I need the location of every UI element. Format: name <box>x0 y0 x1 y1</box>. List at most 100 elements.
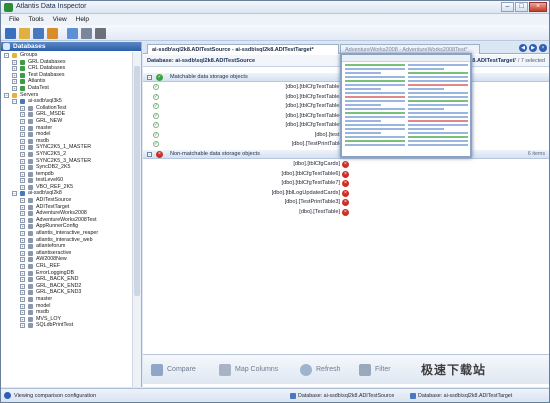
non-matchable-row[interactable]: [dbo].[tblCfgTestTable6] × <box>143 170 549 179</box>
expand-icon[interactable]: + <box>20 211 25 217</box>
expand-icon[interactable]: + <box>20 178 25 184</box>
tree-item[interactable]: + master <box>1 125 132 132</box>
expand-icon[interactable]: + <box>20 257 25 263</box>
expand-icon[interactable]: + <box>20 224 25 230</box>
non-matchable-row[interactable]: [dbo].[tblCfgTestTable7] × <box>143 179 549 188</box>
collapse-icon[interactable]: − <box>12 99 17 105</box>
expand-icon[interactable]: + <box>20 290 25 296</box>
expand-icon[interactable]: + <box>20 184 25 190</box>
tree-item[interactable]: + CollationTest <box>1 105 132 112</box>
collapse-icon[interactable]: − <box>4 53 9 58</box>
tab-aditest-comparison[interactable]: ai-ssdb\sql2k8.ADITestSource - ai-ssdb\s… <box>147 44 339 54</box>
new-comparison-icon[interactable] <box>5 28 16 39</box>
row-checkbox[interactable]: ✓ <box>153 93 159 100</box>
menu-view[interactable]: View <box>53 14 67 25</box>
maximize-icon[interactable]: □ <box>515 2 528 12</box>
expand-icon[interactable]: + <box>20 323 25 329</box>
tree-item[interactable]: + msdb <box>1 309 132 316</box>
tree-item[interactable]: + VBO_REF_2K5 <box>1 184 132 191</box>
tree-item[interactable]: + CRL_REF <box>1 263 132 270</box>
tree-item[interactable]: + SQLdbPrintTest <box>1 322 132 329</box>
tree-item[interactable]: − Groups <box>1 52 132 59</box>
expand-icon[interactable]: + <box>20 145 25 151</box>
expand-icon[interactable]: + <box>20 316 25 322</box>
tree-item[interactable]: + AppRunnerConfig <box>1 223 132 230</box>
collapse-icon[interactable]: − <box>4 92 9 98</box>
expand-icon[interactable]: + <box>20 171 25 177</box>
non-matchable-row[interactable]: [dbo].[tblCfgCards] × <box>143 160 549 169</box>
row-checkbox[interactable]: ✓ <box>153 141 159 147</box>
expand-icon[interactable]: + <box>20 158 25 164</box>
tree-item[interactable]: + Atlantis <box>1 78 132 85</box>
tree-item[interactable]: + atlantis_interactive_web <box>1 237 132 244</box>
save-as-icon[interactable] <box>47 28 58 39</box>
expand-icon[interactable]: + <box>20 310 25 316</box>
tree-item[interactable]: − ai-ssdb\sql3k5 <box>1 98 132 105</box>
tree-item[interactable]: + GRL_MSDE <box>1 111 132 118</box>
row-checkbox[interactable]: ✓ <box>153 122 159 128</box>
menu-help[interactable]: Help <box>76 14 89 25</box>
expand-icon[interactable]: + <box>20 217 25 223</box>
tree-scrollbar[interactable] <box>132 52 141 387</box>
expand-icon[interactable]: + <box>20 105 25 111</box>
expand-icon[interactable]: + <box>20 125 25 131</box>
export-icon[interactable] <box>81 28 92 39</box>
minimize-icon[interactable]: – <box>501 2 514 12</box>
non-matchable-row[interactable]: [dbo].[tblLogUpdatedCards] × <box>143 189 549 198</box>
expand-icon[interactable]: + <box>12 72 17 78</box>
menu-tools[interactable]: Tools <box>28 14 43 25</box>
expand-icon[interactable]: + <box>20 283 25 289</box>
expand-icon[interactable]: + <box>20 237 25 243</box>
row-checkbox[interactable]: ✓ <box>153 112 159 119</box>
tree-item[interactable]: − ai-ssdb\sql2k8 <box>1 190 132 197</box>
tree-item[interactable]: + AdventureWorks2008 <box>1 210 132 217</box>
tree-item[interactable]: + ErrorLoggingDB <box>1 270 132 277</box>
title-bar[interactable]: Atlantis Data Inspector – □ × <box>1 1 549 14</box>
expand-icon[interactable]: + <box>20 231 25 237</box>
tree-item[interactable]: + SyncDB2_2K5 <box>1 164 132 171</box>
expand-icon[interactable]: + <box>20 244 25 250</box>
expand-icon[interactable]: + <box>20 204 25 210</box>
tab-close-icon[interactable]: × <box>539 44 547 52</box>
tree-item[interactable]: + SYNC2K5_3_MASTER <box>1 158 132 165</box>
tree-item[interactable]: + GRL_BACK_END3 <box>1 289 132 296</box>
settings-icon[interactable] <box>95 28 106 39</box>
expand-icon[interactable]: + <box>20 165 25 171</box>
tree-item[interactable]: − Servers <box>1 92 132 99</box>
expand-icon[interactable]: + <box>20 270 25 276</box>
tree-item[interactable]: + GRL_BACK_END <box>1 276 132 283</box>
tree-item[interactable]: + msdb <box>1 138 132 145</box>
tree-item[interactable]: + MVS_LOY <box>1 316 132 323</box>
tab-scroll-left-icon[interactable]: ◀ <box>519 44 527 52</box>
expand-icon[interactable]: + <box>20 138 25 144</box>
tab-scroll-right-icon[interactable]: ▶ <box>529 44 537 52</box>
expand-icon[interactable]: + <box>20 296 25 302</box>
tree-item[interactable]: + AW2008New <box>1 256 132 263</box>
collapse-icon[interactable]: − <box>147 75 152 80</box>
tree-item[interactable]: + GRL_NEW <box>1 118 132 125</box>
expand-icon[interactable]: + <box>20 112 25 118</box>
collapse-icon[interactable]: − <box>12 191 17 197</box>
expand-icon[interactable]: + <box>20 277 25 283</box>
expand-icon[interactable]: + <box>12 59 17 65</box>
tree-item[interactable]: + model <box>1 131 132 138</box>
expand-icon[interactable]: + <box>12 66 17 72</box>
non-matchable-row[interactable]: [dbo].[TestPrintTable3] × <box>143 198 549 207</box>
print-icon[interactable] <box>67 28 78 39</box>
open-folder-icon[interactable] <box>19 28 30 39</box>
tree-item[interactable]: + GRL Databases <box>1 59 132 66</box>
tree-item[interactable]: + atlanteforum <box>1 243 132 250</box>
tree-item[interactable]: + ADITestSource <box>1 197 132 204</box>
close-icon[interactable]: × <box>529 2 547 12</box>
tree-item[interactable]: + model <box>1 303 132 310</box>
menu-file[interactable]: File <box>9 14 19 25</box>
tree-item[interactable]: + DataTest <box>1 85 132 92</box>
expand-icon[interactable]: + <box>20 151 25 157</box>
tree-scrollbar-thumb[interactable] <box>134 66 140 296</box>
tree-item[interactable]: + SYNC2K5_1_MASTER <box>1 144 132 151</box>
expand-icon[interactable]: + <box>20 198 25 204</box>
tree-item[interactable]: + atlantis_interactive_reaper <box>1 230 132 237</box>
tree-item[interactable]: + tempdb <box>1 171 132 178</box>
expand-icon[interactable]: + <box>20 264 25 269</box>
collapse-icon[interactable]: − <box>147 152 152 157</box>
